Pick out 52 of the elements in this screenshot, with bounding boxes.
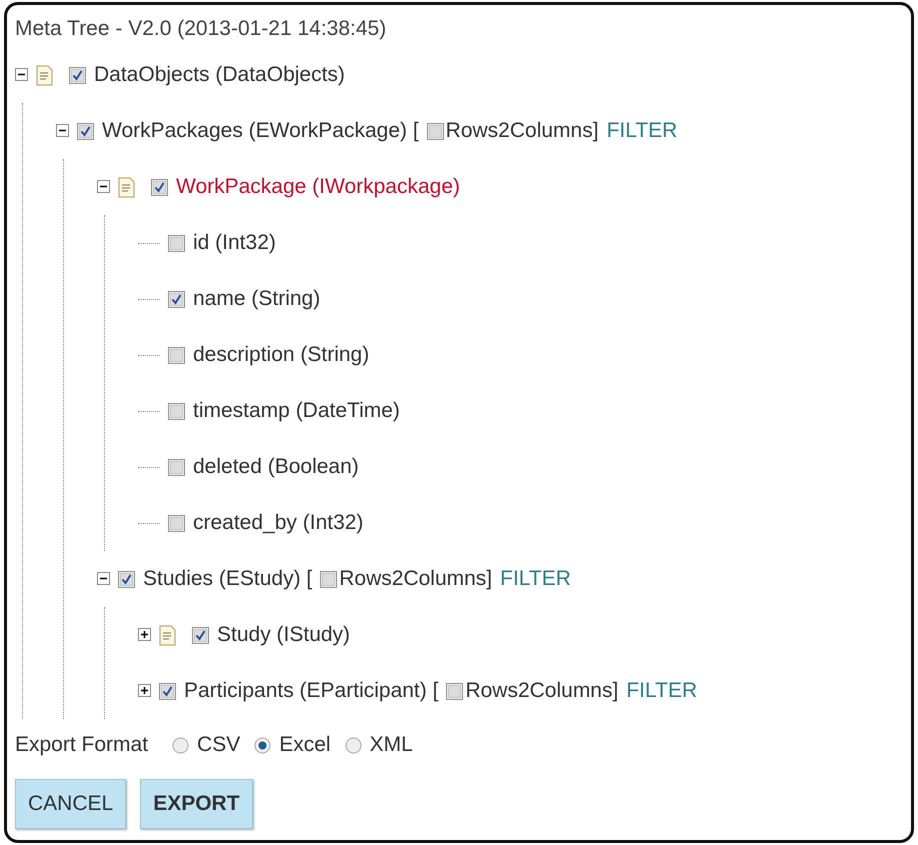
checkbox[interactable] (426, 122, 444, 140)
checkbox[interactable] (192, 626, 209, 644)
checkbox[interactable] (151, 178, 168, 196)
node-label: created_by (Int32) (193, 511, 364, 535)
document-icon (36, 64, 53, 86)
option-label: Rows2Columns] (465, 679, 618, 703)
filter-link[interactable]: FILTER (626, 679, 698, 703)
document-icon (159, 624, 176, 646)
checkbox[interactable] (77, 122, 94, 140)
checkbox[interactable] (168, 346, 185, 364)
export-button[interactable]: EXPORT (140, 779, 253, 829)
radio-button[interactable] (172, 736, 190, 754)
node-label: Studies (EStudy) [ (143, 567, 312, 591)
checkbox[interactable] (159, 682, 176, 700)
cancel-button[interactable]: CANCEL (15, 779, 126, 829)
expand-icon[interactable] (138, 628, 153, 642)
radio-label: Excel (279, 733, 331, 757)
node-label: description (String) (193, 343, 370, 367)
node-label: deleted (Boolean) (193, 455, 359, 479)
checkbox[interactable] (168, 402, 185, 420)
collapse-icon[interactable] (56, 124, 71, 138)
filter-link[interactable]: FILTER (500, 567, 571, 591)
radio-button[interactable] (344, 736, 362, 754)
checkbox[interactable] (69, 66, 86, 84)
collapse-icon[interactable] (15, 68, 30, 82)
option-label: Rows2Columns] (446, 119, 599, 143)
document-icon (118, 176, 135, 198)
filter-link[interactable]: FILTER (606, 119, 678, 143)
node-label: id (Int32) (193, 231, 276, 255)
collapse-icon[interactable] (97, 572, 112, 586)
checkbox[interactable] (168, 514, 185, 532)
checkbox[interactable] (168, 290, 185, 308)
checkbox[interactable] (168, 458, 185, 476)
checkbox[interactable] (168, 234, 185, 252)
checkbox[interactable] (446, 682, 464, 700)
node-label: DataObjects (DataObjects) (94, 63, 345, 87)
dialog-title: Meta Tree - V2.0 (2013-01-21 14:38:45) (15, 16, 388, 42)
node-label: WorkPackages (EWorkPackage) [ (102, 119, 419, 143)
collapse-icon[interactable] (97, 180, 112, 194)
node-label: Study (IStudy) (217, 623, 350, 647)
node-label: name (String) (193, 287, 320, 311)
radio-label: XML (370, 733, 413, 757)
export-format-label: Export Format (15, 733, 148, 757)
node-label: timestamp (DateTime) (193, 399, 400, 423)
node-label: Participants (EParticipant) [ (184, 679, 438, 703)
expand-icon[interactable] (138, 684, 153, 698)
option-label: Rows2Columns] (339, 567, 492, 591)
node-label: WorkPackage (IWorkpackage) (176, 175, 460, 199)
checkbox[interactable] (118, 570, 135, 588)
radio-label: CSV (197, 733, 240, 757)
checkbox[interactable] (320, 570, 338, 588)
radio-button[interactable] (254, 736, 272, 754)
